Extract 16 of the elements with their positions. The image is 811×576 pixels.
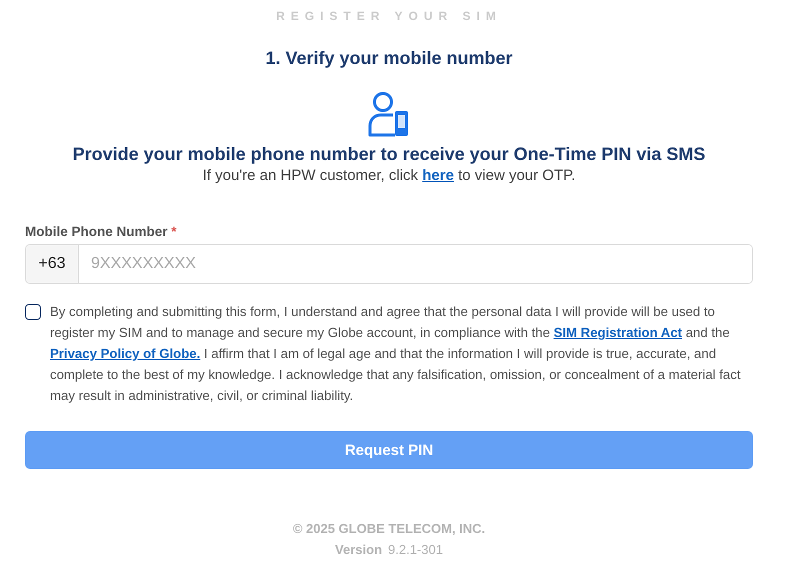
text-link[interactable]: here xyxy=(422,167,454,184)
consent-text: By completing and submitting this form, I understand and agree that the personal data I will provide will be used to register my SIM and to manage and secure my Globe account, in compliance with the SIM Registration Act and the Privacy Policy of Globe. I affirm that I am of legal age and that the information I will provide is true, accurate, and complete to the best of my knowledge. I acknowledge that any falsification, omission, or concealment of a material fact may result in administrative, civil, or criminal liability. xyxy=(50,303,742,405)
text-link[interactable]: SIM Registration Act xyxy=(554,325,682,340)
version-number: 9.2.1-301 xyxy=(388,542,443,557)
required-mark: * xyxy=(171,224,177,239)
hint-text: If you're an HPW customer, click here to view your OTP. xyxy=(202,167,576,184)
copyright-text: © 2025 GLOBE TELECOM, INC. xyxy=(292,521,486,536)
text-link[interactable]: Privacy Policy of Globe. xyxy=(50,346,200,361)
version-label: Version xyxy=(335,542,382,557)
user-phone-icon xyxy=(367,91,411,139)
field-label: Mobile Phone Number * xyxy=(25,224,178,239)
country-code: +63 xyxy=(26,245,79,283)
step-heading: 1. Verify your mobile number xyxy=(265,48,513,69)
phone-input-field[interactable]: +63 9XXXXXXXXX xyxy=(25,244,753,284)
consent-checkbox[interactable] xyxy=(25,304,41,320)
instruction-text: Provide your mobile phone number to receive your One-Time PIN via SMS xyxy=(72,144,706,165)
